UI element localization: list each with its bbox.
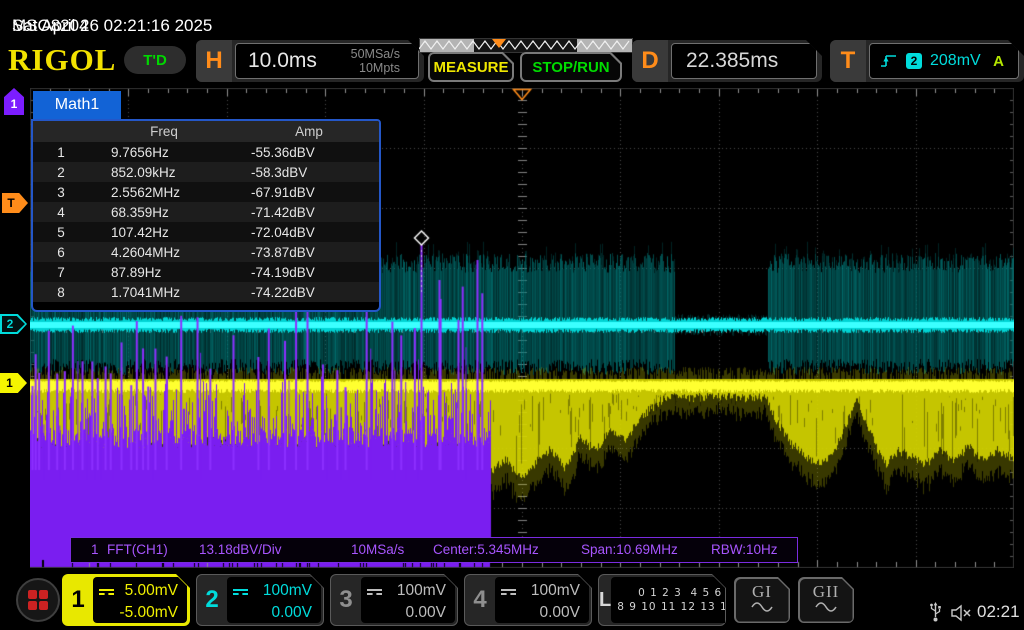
- stop-run-button[interactable]: STOP/RUN: [520, 52, 622, 82]
- trigger-label: T: [830, 40, 866, 82]
- channel3-number: 3: [331, 575, 361, 625]
- timebase-panel: 10.0ms 50MSa/s 10Mpts: [235, 43, 419, 79]
- logic-digits-row1: 0 1 2 3 4 5 6 7: [638, 587, 734, 599]
- math1-table-header: Freq Amp: [33, 121, 379, 142]
- trigger-level-marker[interactable]: T: [2, 193, 28, 213]
- menu-button[interactable]: [16, 578, 60, 622]
- math-table-row: 468.359Hz-71.42dBV: [33, 202, 379, 222]
- speaker-muted-icon[interactable]: [950, 604, 974, 622]
- fft-sample-rate: 10MSa/s: [351, 542, 404, 557]
- horizontal-timebase-group[interactable]: H 10.0ms 50MSa/s 10Mpts: [196, 40, 424, 82]
- channel4-block[interactable]: 4 100mV 0.00V: [464, 574, 592, 626]
- delay-value: 22.385ms: [686, 49, 778, 73]
- math1-tab[interactable]: Math1: [33, 91, 121, 119]
- logic-label: L: [599, 575, 611, 625]
- waveform-position-preview[interactable]: [419, 38, 633, 53]
- channel2-coupling-icon: [233, 589, 248, 595]
- logic-channels-block[interactable]: L 0 1 2 3 4 5 6 7 8 9 10 11 12 13 14 15: [598, 574, 726, 626]
- acquisition-info: 50MSa/s 10Mpts: [351, 47, 400, 76]
- math-table-row: 19.7656Hz-55.36dBV: [33, 142, 379, 162]
- channel3-offset: 0.00V: [405, 604, 446, 622]
- fft-scale: 13.18dBV/Div: [199, 542, 282, 557]
- channel1-coupling-icon: [99, 589, 114, 595]
- gen1-label: GI: [752, 582, 772, 602]
- math1-reference-marker[interactable]: 1: [4, 88, 24, 115]
- delay-label: D: [632, 40, 668, 82]
- datetime-label: Sat April 26 02:21:16 2025: [12, 16, 212, 36]
- fft-info-bar: 1 FFT(CH1) 13.18dBV/Div 10MSa/s Center:5…: [70, 537, 798, 563]
- delay-group[interactable]: D 22.385ms: [632, 40, 822, 82]
- math-table-row: 81.7041MHz-74.22dBV: [33, 282, 379, 302]
- channel1-block[interactable]: 1 5.00mV -5.00mV: [62, 574, 190, 626]
- channel2-scale: 100mV: [263, 582, 312, 600]
- channel2-offset: 0.00V: [271, 604, 312, 622]
- channel1-ground-marker[interactable]: 1: [0, 373, 27, 393]
- fft-center: Center:5.345MHz: [433, 542, 539, 557]
- usb-icon: [928, 601, 943, 623]
- channel2-ground-marker-label: 2: [2, 316, 25, 332]
- channel4-offset: 0.00V: [539, 604, 580, 622]
- sample-rate: 50MSa/s: [351, 47, 400, 61]
- oscilloscope-screen: MSO8204 Sat April 26 02:21:16 2025 RIGOL…: [0, 0, 1024, 630]
- math-table-row: 5107.42Hz-72.04dBV: [33, 222, 379, 242]
- math1-table: Freq Amp 19.7656Hz-55.36dBV2852.09kHz-58…: [31, 119, 381, 312]
- channel1-offset: -5.00mV: [119, 604, 178, 622]
- fft-span: Span:10.69MHz: [581, 542, 678, 557]
- channel4-number: 4: [465, 575, 495, 625]
- channel1-number: 1: [63, 575, 93, 625]
- trigger-group[interactable]: T 2 208mV A: [830, 40, 1024, 82]
- gen1-sine-icon: [751, 602, 773, 612]
- channel2-ground-marker[interactable]: 2: [0, 314, 27, 334]
- channel4-coupling-icon: [501, 589, 516, 595]
- trigger-sweep-mode: A: [993, 53, 1004, 70]
- channel3-block[interactable]: 3 100mV 0.00V: [330, 574, 458, 626]
- menu-grid-icon: [26, 588, 50, 612]
- channel2-number: 2: [197, 575, 227, 625]
- rigol-logo: RIGOL: [8, 42, 116, 78]
- channel3-coupling-icon: [367, 589, 382, 595]
- gen2-label: GII: [813, 582, 840, 602]
- gen2-sine-icon: [815, 602, 837, 612]
- channel3-scale: 100mV: [397, 582, 446, 600]
- rising-edge-icon: [880, 52, 897, 70]
- math-table-row: 2852.09kHz-58.3dBV: [33, 162, 379, 182]
- gen2-button[interactable]: GII: [798, 577, 854, 623]
- fft-function: FFT(CH1): [107, 542, 168, 557]
- freq-column-header: Freq: [89, 124, 239, 139]
- trigger-level-value: 208mV: [930, 52, 981, 70]
- measure-button-label: MEASURE: [430, 54, 512, 80]
- memory-depth: 10Mpts: [359, 61, 400, 75]
- gen1-button[interactable]: GI: [734, 577, 790, 623]
- math-table-row: 32.5562MHz-67.91dBV: [33, 182, 379, 202]
- top-status-bar: MSO8204 Sat April 26 02:21:16 2025: [0, 0, 1024, 36]
- trigger-status-badge: T'D: [124, 46, 186, 74]
- horizontal-label: H: [196, 40, 232, 82]
- math-table-row: 64.2604MHz-73.87dBV: [33, 242, 379, 262]
- fft-channel: 1: [91, 542, 99, 557]
- stop-run-button-label: STOP/RUN: [522, 54, 620, 80]
- channel2-block[interactable]: 2 100mV 0.00V: [196, 574, 324, 626]
- channel1-scale: 5.00mV: [125, 582, 178, 600]
- amp-column-header: Amp: [239, 124, 379, 139]
- channel4-scale: 100mV: [531, 582, 580, 600]
- measure-button[interactable]: MEASURE: [428, 52, 514, 82]
- math-table-row: 787.89Hz-74.19dBV: [33, 262, 379, 282]
- clock-label: 02:21: [977, 602, 1020, 622]
- trigger-source-badge: 2: [906, 53, 922, 69]
- model-and-datetime: MSO8204 Sat April 26 02:21:16 2025: [6, 8, 15, 28]
- timebase-value: 10.0ms: [248, 49, 317, 73]
- math1-panel: Math1 Freq Amp 19.7656Hz-55.36dBV2852.09…: [31, 90, 379, 310]
- fft-rbw: RBW:10Hz: [711, 542, 778, 557]
